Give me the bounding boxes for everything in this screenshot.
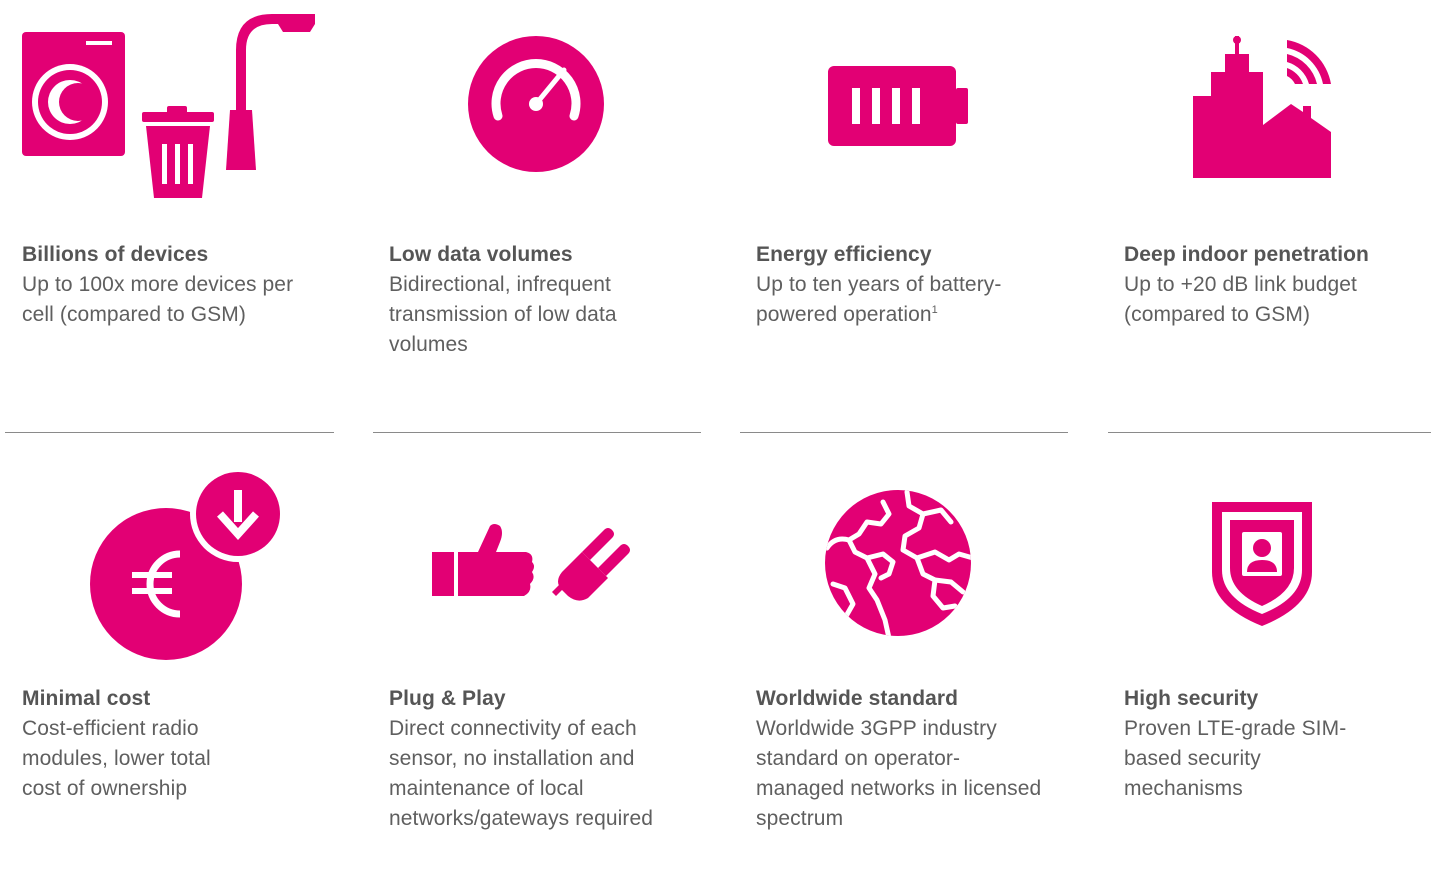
- feature-energy-efficiency: Energy efficiency Up to ten years of bat…: [756, 240, 1076, 330]
- feature-billions-of-devices: Billions of devices Up to 100x more devi…: [22, 240, 342, 330]
- divider-4: [1108, 432, 1431, 433]
- feature-title: Deep indoor penetration: [1124, 243, 1369, 266]
- feature-title: Low data volumes: [389, 243, 573, 266]
- feature-description: Direct connectivity of each sensor, no i…: [389, 717, 654, 830]
- feature-title: High security: [1124, 687, 1259, 710]
- feature-title: Worldwide standard: [756, 687, 959, 710]
- feature-description-wrapper: Up to ten years of battery-powered opera…: [756, 270, 1041, 330]
- feature-description: Cost-efficient radio modules, lower tota…: [22, 717, 211, 800]
- feature-title: Energy efficiency: [756, 243, 932, 266]
- footnote-marker: 1: [931, 304, 938, 316]
- feature-deep-indoor-penetration: Deep indoor penetration Up to +20 dB lin…: [1124, 240, 1431, 330]
- feature-description: Worldwide 3GPP industry standard on oper…: [756, 717, 1042, 830]
- thumbs-up-plug-icon: [432, 522, 638, 606]
- feature-high-security: High security Proven LTE-grade SIM-based…: [1124, 684, 1431, 804]
- divider-1: [5, 432, 334, 433]
- feature-description: Up to ten years of battery-powered opera…: [756, 273, 1002, 326]
- feature-minimal-cost: Minimal cost Cost-efficient radio module…: [22, 684, 342, 804]
- feature-title: Billions of devices: [22, 243, 209, 266]
- feature-description: Up to +20 dB link budget (compared to GS…: [1124, 273, 1357, 326]
- battery-icon: [828, 66, 970, 146]
- globe-icon: [823, 488, 973, 638]
- feature-low-data-volumes: Low data volumes Bidirectional, infreque…: [389, 240, 709, 360]
- divider-3: [740, 432, 1068, 433]
- shield-user-icon: [1212, 502, 1312, 626]
- feature-worldwide-standard: Worldwide standard Worldwide 3GPP indust…: [756, 684, 1076, 834]
- feature-description: Proven LTE-grade SIM-based security mech…: [1124, 717, 1347, 800]
- feature-title: Plug & Play: [389, 687, 506, 710]
- feature-description: Up to 100x more devices per cell (compar…: [22, 273, 294, 326]
- feature-title: Minimal cost: [22, 687, 151, 710]
- euro-cost-down-icon: [88, 468, 284, 664]
- feature-description: Bidirectional, infrequent transmission o…: [389, 273, 617, 356]
- speedometer-icon: [468, 36, 604, 172]
- building-signal-icon: [1193, 36, 1333, 178]
- feature-plug-and-play: Plug & Play Direct connectivity of each …: [389, 684, 709, 834]
- divider-2: [373, 432, 701, 433]
- devices-icon: [20, 10, 320, 210]
